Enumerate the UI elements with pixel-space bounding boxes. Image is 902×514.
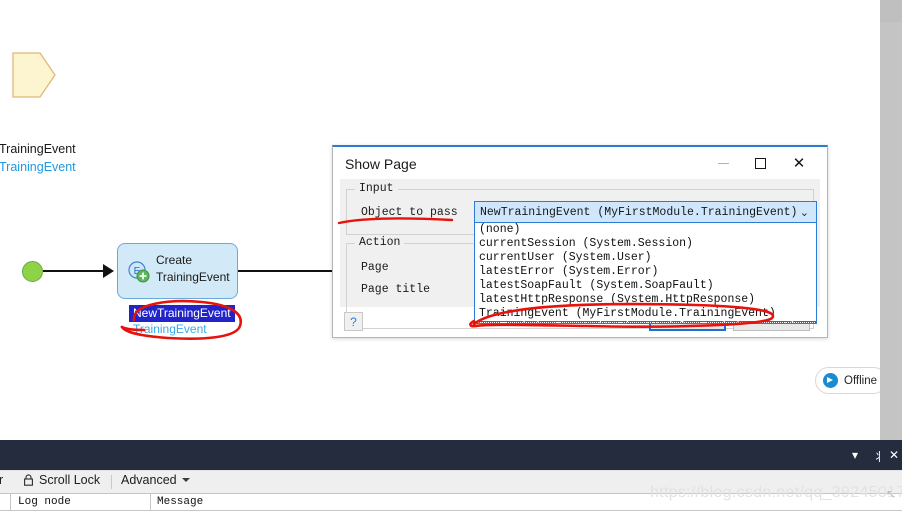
pin-icon[interactable]: 丬: [873, 448, 885, 465]
lock-icon: [23, 474, 34, 486]
cursor-arrow-icon: ↖: [886, 487, 896, 501]
activity-sub-label: TrainingEvent: [133, 322, 207, 336]
maximize-button[interactable]: [743, 150, 777, 176]
dropdown-item[interactable]: (none): [475, 223, 816, 237]
combobox-value: NewTrainingEvent (MyFirstModule.Training…: [475, 206, 797, 219]
dropdown-item[interactable]: currentSession (System.Session): [475, 237, 816, 251]
activity-line-1: Create: [156, 252, 230, 269]
grid-divider: [10, 494, 11, 512]
activity-selected-label[interactable]: NewTrainingEvent: [129, 305, 235, 322]
help-icon: ?: [350, 315, 357, 329]
advanced-menu-button[interactable]: Advanced: [121, 473, 190, 487]
scroll-lock-button[interactable]: Scroll Lock: [23, 473, 100, 487]
close-icon: ✕: [793, 156, 806, 171]
right-collapsed-panel-body: [880, 22, 902, 440]
app-root: TrainingEvent TrainingEvent E Create Tra…: [0, 0, 902, 514]
event-shape[interactable]: TrainingEvent TrainingEvent: [12, 52, 56, 98]
event-shape-title: TrainingEvent: [0, 142, 76, 156]
close-button[interactable]: ✕: [782, 150, 816, 176]
dropdown-item[interactable]: latestHttpResponse (System.HttpResponse): [475, 293, 816, 307]
flow-connector-1: [43, 270, 105, 272]
combobox-dropdown-list[interactable]: (none) currentSession (System.Session) c…: [474, 223, 817, 324]
pentagon-event-icon: [12, 52, 56, 98]
log-grid[interactable]: Log node Message: [0, 493, 902, 514]
input-group-legend: Input: [355, 182, 398, 195]
grid-divider: [150, 494, 151, 512]
action-group-legend: Action: [355, 236, 404, 249]
scroll-lock-label: Scroll Lock: [39, 473, 100, 487]
offline-label: Offline: [844, 375, 877, 387]
dropdown-item[interactable]: currentUser (System.User): [475, 251, 816, 265]
event-shape-subtitle: TrainingEvent: [0, 160, 76, 174]
dropdown-item-selected[interactable]: NewTrainingEvent (MyFirstModule.Training…: [475, 321, 816, 324]
dropdown-chevron-icon[interactable]: ▾: [852, 448, 858, 462]
console-toolbar: ar Scroll Lock Advanced: [0, 471, 902, 493]
create-entity-icon: E: [128, 261, 150, 283]
column-header-message[interactable]: Message: [157, 496, 203, 508]
page-title-label: Page title: [361, 283, 430, 296]
dropdown-item[interactable]: latestError (System.Error): [475, 265, 816, 279]
chevron-down-icon[interactable]: ⌄: [800, 206, 809, 219]
maximize-icon: [755, 158, 766, 169]
close-panel-icon[interactable]: ✕: [889, 448, 899, 462]
right-collapsed-panel[interactable]: [880, 0, 902, 440]
activity-create-trainingevent[interactable]: E Create TrainingEvent: [117, 243, 238, 299]
log-grid-header: Log node Message: [0, 493, 902, 511]
dialog-title: Show Page: [345, 156, 417, 172]
help-button[interactable]: ?: [344, 312, 363, 331]
column-header-log-node[interactable]: Log node: [18, 496, 71, 508]
toolbar-divider: [111, 475, 112, 489]
advanced-label: Advanced: [121, 473, 177, 487]
minimize-icon: [718, 163, 729, 164]
dropdown-item[interactable]: TrainingEvent (MyFirstModule.TrainingEve…: [475, 307, 816, 321]
dropdown-item[interactable]: latestSoapFault (System.SoapFault): [475, 279, 816, 293]
flow-arrow-icon: [103, 264, 114, 278]
offline-status-icon: [823, 373, 838, 388]
minimize-button[interactable]: [706, 150, 740, 176]
activity-text: Create TrainingEvent: [156, 252, 230, 286]
offline-badge[interactable]: Offline: [815, 367, 880, 394]
start-node[interactable]: [22, 261, 43, 282]
activity-line-2: TrainingEvent: [156, 269, 230, 286]
window-dark-bar: ▾ 丬 ✕: [0, 440, 902, 470]
object-to-pass-combobox[interactable]: NewTrainingEvent (MyFirstModule.Training…: [474, 201, 817, 223]
object-to-pass-label: Object to pass: [361, 206, 458, 219]
page-label: Page: [361, 261, 389, 274]
console-panel: ar Scroll Lock Advanced Log node Message: [0, 470, 902, 514]
clear-button[interactable]: ar: [0, 473, 3, 487]
caret-down-icon: [182, 478, 190, 482]
